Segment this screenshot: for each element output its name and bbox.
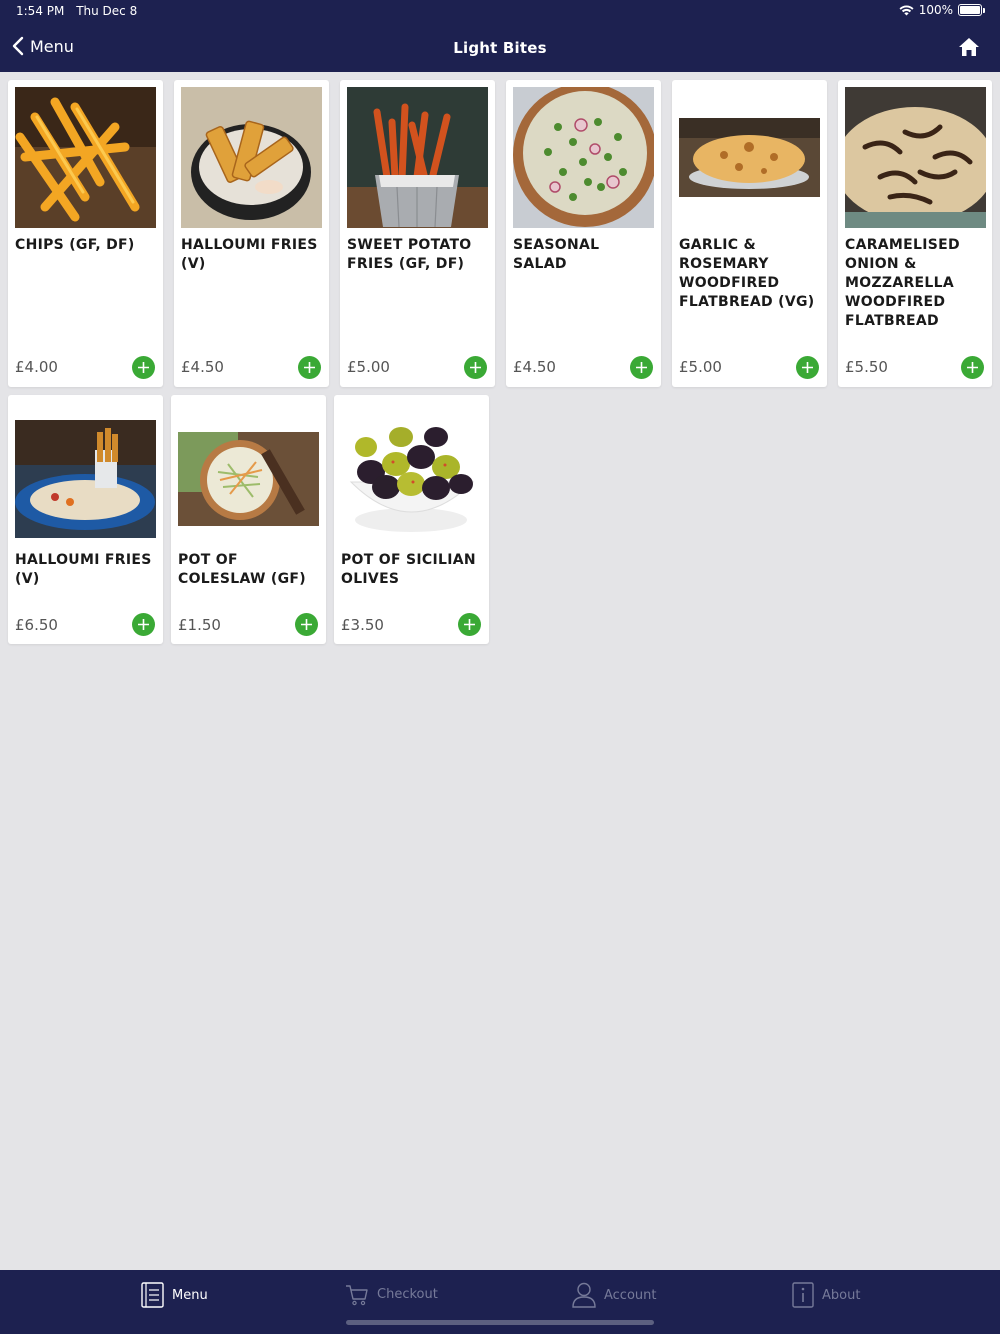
item-name: POT OF SICILIAN OLIVES: [341, 552, 476, 587]
cart-icon: [346, 1285, 368, 1306]
wifi-icon: [899, 5, 914, 15]
flatbread-photo: [679, 87, 820, 228]
status-date: Thu Dec 8: [76, 4, 138, 18]
add-button[interactable]: [132, 613, 155, 636]
home-indicator[interactable]: [346, 1320, 654, 1325]
plus-icon: [967, 362, 978, 373]
menu-item-card[interactable]: GARLIC & ROSEMARY WOODFIRED FLATBREAD (V…: [672, 80, 827, 387]
home-button[interactable]: [958, 37, 980, 61]
item-price: £3.50: [341, 616, 384, 634]
item-price: £6.50: [15, 616, 58, 634]
halloumi-photo: [181, 87, 322, 228]
add-button[interactable]: [132, 356, 155, 379]
add-button[interactable]: [961, 356, 984, 379]
tab-account[interactable]: Account: [572, 1282, 657, 1308]
menu-item-card[interactable]: HALLOUMI FRIES (V) £4.50: [174, 80, 329, 387]
item-name: CARAMELISED ONION & MOZZARELLA WOODFIRED…: [845, 237, 960, 329]
tab-checkout[interactable]: Checkout: [345, 1282, 438, 1306]
tab-label: Account: [604, 1287, 657, 1303]
plus-icon: [301, 619, 312, 630]
status-time: 1:54 PM: [16, 4, 65, 18]
item-name: HALLOUMI FRIES (V): [15, 552, 152, 587]
halloumi-platter-photo: [15, 402, 156, 543]
tab-menu[interactable]: Menu: [141, 1282, 208, 1308]
item-price: £5.00: [679, 358, 722, 376]
add-button[interactable]: [298, 356, 321, 379]
plus-icon: [636, 362, 647, 373]
plus-icon: [802, 362, 813, 373]
olives-photo: [341, 402, 482, 543]
menu-item-card[interactable]: CHIPS (GF, DF) £4.00: [8, 80, 163, 387]
add-button[interactable]: [464, 356, 487, 379]
status-bar-time: 1:54 PM Thu Dec 8: [16, 4, 137, 18]
plus-icon: [464, 619, 475, 630]
item-price: £4.00: [15, 358, 58, 376]
menu-item-card[interactable]: SWEET POTATO FRIES (GF, DF) £5.00: [340, 80, 495, 387]
coleslaw-photo: [178, 402, 319, 543]
item-name: SEASONAL SALAD: [513, 237, 600, 272]
plus-icon: [138, 619, 149, 630]
plus-icon: [138, 362, 149, 373]
item-name: CHIPS (GF, DF): [15, 237, 135, 253]
battery-icon: [958, 4, 985, 16]
menu-item-card[interactable]: SEASONAL SALAD £4.50: [506, 80, 661, 387]
item-price: £4.50: [181, 358, 224, 376]
item-price: £4.50: [513, 358, 556, 376]
item-name: POT OF COLESLAW (GF): [178, 552, 306, 587]
menu-item-card[interactable]: CARAMELISED ONION & MOZZARELLA WOODFIRED…: [835, 80, 995, 387]
person-icon: [572, 1282, 596, 1308]
battery-percent: 100%: [918, 3, 953, 17]
menu-item-card[interactable]: HALLOUMI FRIES (V) £6.50: [8, 395, 163, 644]
add-button[interactable]: [295, 613, 318, 636]
menu-item-card[interactable]: POT OF SICILIAN OLIVES £3.50: [334, 395, 489, 644]
chips-photo: [15, 87, 156, 228]
onion-flatbread-photo: [835, 87, 995, 228]
home-icon: [959, 38, 979, 56]
item-price: £5.00: [347, 358, 390, 376]
menu-item-card[interactable]: POT OF COLESLAW (GF) £1.50: [171, 395, 326, 644]
item-price: £5.50: [845, 358, 888, 376]
menu-book-icon: [141, 1282, 164, 1308]
plus-icon: [470, 362, 481, 373]
add-button[interactable]: [458, 613, 481, 636]
item-price: £1.50: [178, 616, 221, 634]
tab-label: About: [822, 1287, 861, 1303]
plus-icon: [304, 362, 315, 373]
add-button[interactable]: [796, 356, 819, 379]
status-bar-right: 100%: [899, 3, 985, 17]
tab-about[interactable]: About: [792, 1282, 860, 1308]
item-name: HALLOUMI FRIES (V): [181, 237, 318, 272]
tab-label: Menu: [172, 1287, 208, 1303]
salad-photo: [513, 83, 657, 228]
info-icon: [792, 1282, 814, 1308]
sweet-potato-photo: [347, 87, 488, 228]
page-title: Light Bites: [453, 39, 547, 57]
header-bar: 1:54 PM Thu Dec 8 100% Menu Light Bites: [0, 0, 1000, 72]
tab-label: Checkout: [377, 1286, 438, 1302]
item-name: SWEET POTATO FRIES (GF, DF): [347, 237, 472, 272]
item-name: GARLIC & ROSEMARY WOODFIRED FLATBREAD (V…: [679, 237, 815, 310]
add-button[interactable]: [630, 356, 653, 379]
